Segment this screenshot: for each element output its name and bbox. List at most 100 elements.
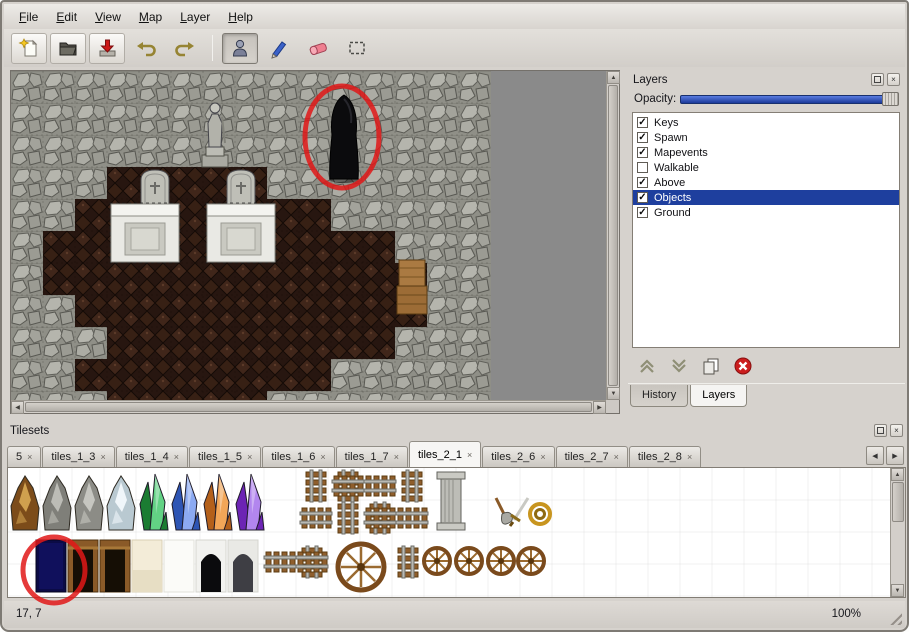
tilesets-panel: Tilesets × 5×tiles_1_3×tiles_1_4×tiles_1… (5, 421, 908, 604)
duplicate-layer-button[interactable] (700, 355, 722, 377)
float-panel-button[interactable] (871, 73, 884, 86)
eraser-tool-button[interactable] (300, 33, 336, 64)
toolbar (4, 29, 905, 67)
menu-item-edit[interactable]: Edit (47, 6, 86, 28)
layer-visibility-checkbox[interactable]: ✓ (637, 132, 648, 143)
scroll-tabs-left-button[interactable]: ◀ (866, 446, 884, 465)
layer-visibility-checkbox[interactable]: ✓ (637, 177, 648, 188)
menu-item-file[interactable]: File (10, 6, 47, 28)
layer-visibility-checkbox[interactable]: ✓ (637, 117, 648, 128)
opacity-slider[interactable] (680, 91, 899, 107)
tab-close-icon[interactable]: × (614, 452, 619, 462)
layer-row-objects[interactable]: ✓ Objects (633, 190, 899, 205)
map-drawing (11, 71, 491, 400)
menu-bar: FileEditViewMapLayerHelp (4, 4, 905, 29)
menu-item-help[interactable]: Help (219, 6, 262, 28)
scroll-down-button[interactable]: ▼ (607, 387, 620, 400)
menu-item-map[interactable]: Map (130, 6, 171, 28)
panel-tab-history[interactable]: History (630, 385, 688, 407)
tab-label: tiles_2_1 (418, 449, 462, 461)
opacity-slider-groove (680, 95, 899, 104)
tileset-scroll-up-button[interactable]: ▲ (891, 468, 904, 481)
tab-close-icon[interactable]: × (687, 452, 692, 462)
layer-visibility-checkbox[interactable]: ✓ (637, 192, 648, 203)
move-layer-down-button[interactable] (668, 355, 690, 377)
scrollbar-corner (606, 400, 619, 413)
panel-tab-layers[interactable]: Layers (690, 385, 747, 407)
opacity-slider-handle[interactable] (882, 92, 899, 106)
tab-close-icon[interactable]: × (320, 452, 325, 462)
layer-row-spawn[interactable]: ✓Spawn (633, 130, 899, 145)
map-vertical-scrollbar[interactable]: ▲ ▼ (606, 71, 619, 400)
layer-row-mapevents[interactable]: ✓Mapevents (633, 145, 899, 160)
layer-visibility-checkbox[interactable]: ✓ (637, 207, 648, 218)
menu-item-layer[interactable]: Layer (171, 6, 219, 28)
menu-item-view[interactable]: View (86, 6, 130, 28)
open-button[interactable] (50, 33, 86, 64)
vertical-scrollbar-thumb[interactable] (608, 85, 618, 386)
map-canvas[interactable]: ▲ ▼ ◀ ▶ (10, 70, 620, 414)
tab-label: 5 (16, 451, 22, 463)
tileset-tab-tiles_2_7[interactable]: tiles_2_7× (556, 446, 628, 467)
select-tool-button[interactable] (339, 33, 375, 64)
panel-separator (628, 383, 905, 384)
delete-layer-button[interactable] (732, 355, 754, 377)
new-file-button[interactable] (11, 33, 47, 64)
tileset-tab-tiles_1_5[interactable]: tiles_1_5 × (189, 446, 261, 467)
selection-rectangle-icon (346, 37, 368, 59)
scroll-right-button[interactable]: ▶ (593, 401, 606, 414)
save-button[interactable] (89, 33, 125, 64)
layer-row-keys[interactable]: ✓Keys (633, 115, 899, 130)
layer-actions (636, 353, 754, 379)
layer-visibility-checkbox[interactable] (637, 162, 648, 173)
redo-button[interactable] (167, 33, 203, 64)
tab-close-icon[interactable]: × (247, 452, 252, 462)
tab-close-icon[interactable]: × (467, 450, 472, 460)
layer-row-ground[interactable]: ✓Ground (633, 205, 899, 220)
tileset-tab-tiles_2_6[interactable]: tiles_2_6× (482, 446, 554, 467)
toolbar-separator (212, 35, 213, 61)
layers-panel-titlebar: Layers × (628, 70, 905, 89)
tileset-vertical-scrollbar[interactable]: ▲ ▼ (890, 468, 905, 597)
tileset-tab-tiles_1_7[interactable]: tiles_1_7× (336, 446, 408, 467)
tileset-scroll-down-button[interactable]: ▼ (891, 584, 904, 597)
status-bar: 17, 7 100% (4, 601, 905, 628)
layer-row-walkable[interactable]: Walkable (633, 160, 899, 175)
paint-tool-button[interactable] (261, 33, 297, 64)
scroll-left-button[interactable]: ◀ (11, 401, 24, 414)
horizontal-scrollbar-thumb[interactable] (25, 402, 592, 412)
tileset-tab-tiles_1_3[interactable]: tiles_1_3× (42, 446, 114, 467)
layers-panel-tabs: HistoryLayers (630, 385, 749, 413)
tileset-tab-tiles_2_1[interactable]: tiles_2_1 × (409, 441, 481, 467)
layer-name-label: Objects (654, 192, 691, 204)
tab-close-icon[interactable]: × (100, 452, 105, 462)
resize-grip[interactable] (887, 610, 902, 625)
scroll-tabs-right-button[interactable]: ▶ (886, 446, 904, 465)
tab-scroll-controls: ◀ ▶ (866, 446, 904, 465)
place-object-tool-button[interactable] (222, 33, 258, 64)
close-panel-button[interactable]: × (887, 73, 900, 86)
tab-close-icon[interactable]: × (27, 452, 32, 462)
close-tilesets-button[interactable]: × (890, 424, 903, 437)
tab-close-icon[interactable]: × (174, 452, 179, 462)
float-tilesets-button[interactable] (874, 424, 887, 437)
layer-visibility-checkbox[interactable]: ✓ (637, 147, 648, 158)
map-horizontal-scrollbar[interactable]: ◀ ▶ (11, 400, 606, 413)
tab-label: tiles_1_5 (198, 451, 242, 463)
paintbrush-icon (268, 37, 290, 59)
tileset-view[interactable]: ▲ ▼ (7, 467, 906, 598)
tileset-tab-5[interactable]: 5× (7, 446, 41, 467)
undo-button[interactable] (128, 33, 164, 64)
tileset-tab-bar: 5×tiles_1_3×tiles_1_4×tiles_1_5×tiles_1_… (7, 440, 862, 467)
tileset-scrollbar-thumb[interactable] (892, 482, 904, 522)
tab-close-icon[interactable]: × (540, 452, 545, 462)
tileset-tab-tiles_2_8[interactable]: tiles_2_8× (629, 446, 701, 467)
chevron-down-icon (669, 356, 689, 376)
tab-close-icon[interactable]: × (394, 452, 399, 462)
scroll-up-button[interactable]: ▲ (607, 71, 620, 84)
move-layer-up-button[interactable] (636, 355, 658, 377)
tileset-tab-tiles_1_4[interactable]: tiles_1_4× (116, 446, 188, 467)
layer-row-above[interactable]: ✓Above (633, 175, 899, 190)
tileset-tab-tiles_1_6[interactable]: tiles_1_6× (262, 446, 334, 467)
redo-arrow-icon (174, 37, 196, 59)
